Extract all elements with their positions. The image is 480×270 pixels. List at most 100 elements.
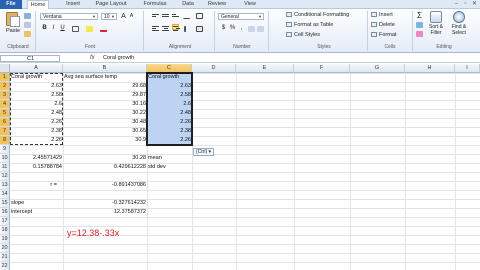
row-header[interactable]: 4 <box>0 100 10 109</box>
paste-icon[interactable] <box>6 12 20 27</box>
row-header[interactable]: 3 <box>0 91 10 100</box>
cell-b16[interactable]: 12.37587372 <box>63 208 147 217</box>
row-header[interactable]: 2 <box>0 82 10 91</box>
cut-icon[interactable] <box>24 13 31 19</box>
cell-c11[interactable]: std dev <box>147 163 192 172</box>
cell-b2[interactable]: 29.68 <box>63 82 147 91</box>
align-middle-icon[interactable] <box>162 13 169 19</box>
format-cells-button[interactable]: Format <box>371 32 396 38</box>
fx-icon[interactable]: fx <box>90 54 95 63</box>
cell-b8[interactable]: 30.9 <box>63 136 147 145</box>
tab-page-layout[interactable]: Page Layout <box>92 0 130 9</box>
row-header[interactable]: 18 <box>0 226 10 235</box>
align-top-icon[interactable] <box>152 13 159 19</box>
cell-b15[interactable]: -0.327614232 <box>63 199 147 208</box>
decrease-decimal-icon[interactable] <box>257 26 264 32</box>
font-color-icon[interactable] <box>100 26 107 32</box>
sort-filter-button[interactable]: Sort & Filter <box>426 11 446 36</box>
cell-styles-button[interactable]: Cell Styles <box>286 32 320 38</box>
row-header[interactable]: 16 <box>0 208 10 217</box>
cell-b7[interactable]: 30.65 <box>63 127 147 136</box>
row-header[interactable]: 5 <box>0 109 10 118</box>
row-header[interactable]: 21 <box>0 253 10 262</box>
fill-icon[interactable] <box>416 22 423 28</box>
cell-a11[interactable]: 0.15788784 <box>10 163 63 172</box>
column-header-e[interactable]: E <box>236 64 294 73</box>
column-header-b[interactable]: B <box>63 64 147 73</box>
row-header[interactable]: 9 <box>0 145 10 154</box>
increase-decimal-icon[interactable] <box>248 26 255 32</box>
row-header[interactable]: 15 <box>0 199 10 208</box>
column-header-f[interactable]: F <box>294 64 350 73</box>
merge-center-icon[interactable] <box>196 26 203 32</box>
tab-view[interactable]: View <box>241 0 259 9</box>
minimize-icon[interactable]: – <box>453 1 460 7</box>
column-header-a[interactable]: A <box>10 64 63 73</box>
cell-b5[interactable]: 30.22 <box>63 109 147 118</box>
row-header[interactable]: 7 <box>0 127 10 136</box>
row-header[interactable]: 20 <box>0 244 10 253</box>
row-header[interactable]: 8 <box>0 136 10 145</box>
tab-insert[interactable]: Insert <box>62 0 84 9</box>
comma-button[interactable]: , <box>238 25 245 32</box>
shrink-font-button[interactable]: A <box>128 13 135 20</box>
format-as-table-button[interactable]: Format as Table <box>286 22 333 28</box>
cell-c10[interactable]: mean <box>147 154 192 163</box>
copy-icon[interactable] <box>24 22 31 28</box>
currency-button[interactable]: $ <box>220 25 227 32</box>
clear-icon[interactable] <box>416 31 423 37</box>
cell-b13[interactable]: -0.891437086 <box>63 181 147 190</box>
align-center-icon[interactable] <box>162 25 169 31</box>
row-header[interactable]: 19 <box>0 235 10 244</box>
font-name-select[interactable]: Verdana ▼ <box>40 13 98 20</box>
name-box[interactable]: C1 <box>0 55 60 62</box>
underline-button[interactable]: U <box>59 25 66 32</box>
row-header[interactable]: 14 <box>0 190 10 199</box>
row-header[interactable]: 10 <box>0 154 10 163</box>
wrap-text-icon[interactable] <box>196 13 203 19</box>
cell-b11[interactable]: 0.429612228 <box>63 163 147 172</box>
close-icon[interactable]: ✕ <box>471 1 478 7</box>
insert-cells-button[interactable]: Insert <box>371 12 393 18</box>
find-select-button[interactable]: Find & Select <box>449 11 469 36</box>
row-header[interactable]: 22 <box>0 262 10 270</box>
column-header-g[interactable]: G <box>350 64 405 73</box>
autosum-button[interactable]: Σ <box>416 12 423 20</box>
column-header-d[interactable]: D <box>192 64 236 73</box>
row-header[interactable]: 13 <box>0 181 10 190</box>
row-header[interactable]: 1 <box>0 73 10 82</box>
tab-review[interactable]: Review <box>205 0 229 9</box>
row-header[interactable]: 6 <box>0 118 10 127</box>
align-right-icon[interactable] <box>172 24 180 31</box>
conditional-formatting-button[interactable]: Conditional Formatting <box>286 12 349 18</box>
align-bottom-icon[interactable] <box>172 13 179 19</box>
cell-b1[interactable]: Avg sea surface temp <box>63 73 147 82</box>
worksheet-grid[interactable]: A B C D E F G H I 1 2 3 4 5 6 7 8 9 10 1… <box>0 64 480 270</box>
formula-input[interactable]: Coral growth <box>103 54 134 63</box>
cell-a15[interactable]: slope <box>10 199 63 208</box>
select-all-corner[interactable] <box>0 64 10 73</box>
column-header-h[interactable]: H <box>405 64 455 73</box>
orientation-icon[interactable] <box>182 13 193 19</box>
decrease-indent-icon[interactable] <box>184 26 191 32</box>
cell-b3[interactable]: 29.87 <box>63 91 147 100</box>
tab-data[interactable]: Data <box>179 0 197 9</box>
grow-font-button[interactable]: A <box>120 13 127 20</box>
italic-button[interactable]: I <box>50 25 57 32</box>
row-header[interactable]: 11 <box>0 163 10 172</box>
cell-a10[interactable]: 2.45571429 <box>10 154 63 163</box>
format-painter-icon[interactable] <box>24 31 31 37</box>
borders-icon[interactable] <box>72 26 79 32</box>
restore-icon[interactable]: ▫ <box>462 1 469 7</box>
column-header-i[interactable]: I <box>455 64 480 73</box>
row-header[interactable]: 12 <box>0 172 10 181</box>
paste-options-button[interactable]: (Ctrl) ▾ <box>193 148 215 156</box>
cell-b4[interactable]: 30.16 <box>63 100 147 109</box>
row-header[interactable]: 17 <box>0 217 10 226</box>
delete-cells-button[interactable]: Delete <box>371 22 395 28</box>
number-format-select[interactable]: General ▼ <box>218 13 264 20</box>
percent-button[interactable]: % <box>229 25 236 32</box>
tab-formulas[interactable]: Formulas <box>141 0 169 9</box>
tab-file[interactable]: File <box>0 0 22 9</box>
cell-a16[interactable]: intercept <box>10 208 63 217</box>
